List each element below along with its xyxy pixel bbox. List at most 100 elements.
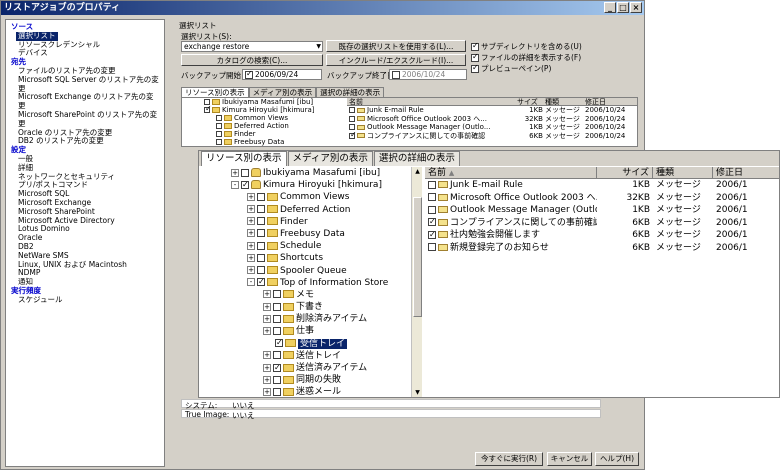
checkbox-icon[interactable] (257, 229, 265, 238)
checkbox-icon[interactable] (273, 387, 281, 396)
file-row[interactable]: 新規登録完了のお知らせ 6KB メッセージ 2006/1 (425, 242, 779, 255)
checkbox-icon[interactable] (216, 123, 222, 130)
collapse-icon[interactable]: - (231, 180, 239, 189)
checkbox-icon[interactable] (349, 107, 355, 113)
minimize-button[interactable]: _ (604, 2, 616, 13)
small-col-date[interactable]: 修正日 (585, 98, 635, 106)
tree-node[interactable]: + 下書き (201, 301, 423, 313)
checkbox-icon[interactable] (428, 180, 436, 189)
col-size[interactable]: サイズ (597, 167, 653, 178)
tree-node[interactable]: + 削除済みアイテム (201, 313, 423, 325)
nav-item[interactable]: Microsoft Exchange のリストア先の変更 (11, 93, 159, 111)
checkbox-icon[interactable] (273, 302, 281, 311)
nav-item[interactable]: Microsoft SQL Server のリストア先の変更 (11, 75, 159, 94)
checkbox-icon[interactable] (216, 139, 222, 146)
nav-item[interactable]: デバイス (11, 49, 159, 58)
catalog-search-button[interactable]: カタログの検索(C)... (181, 54, 323, 66)
tree-node[interactable]: + 送信トレイ (201, 350, 423, 362)
nav-item[interactable]: DB2 のリストア先の変更 (11, 137, 159, 146)
checkbox-icon[interactable] (245, 69, 253, 79)
tree-node[interactable]: + Shortcuts (201, 252, 423, 264)
col-type[interactable]: 種類 (653, 167, 713, 178)
tree-node[interactable]: + メモ (201, 289, 423, 301)
checkbox-icon[interactable] (273, 362, 281, 374)
checkbox-icon[interactable] (349, 132, 357, 139)
include-exclude-button[interactable]: インクルード/エクスクルード(I)... (326, 54, 466, 66)
checkbox-icon[interactable] (428, 243, 436, 251)
expand-icon[interactable]: + (247, 217, 255, 226)
checkbox-icon[interactable] (428, 217, 436, 228)
expand-icon[interactable]: + (263, 351, 271, 360)
tree-node[interactable]: 受信トレイ (201, 337, 423, 350)
checkbox-icon[interactable] (471, 41, 479, 51)
small-list-row[interactable]: Microsoft Office Outlook 2003 へ... 32KB メッ… (347, 115, 637, 124)
small-list-row[interactable]: Junk E-mail Rule 1KB メッセージ 2006/10/24 (347, 106, 637, 115)
nav-item[interactable]: スケジュール (11, 295, 159, 305)
expand-icon[interactable]: + (263, 387, 271, 396)
use-existing-list-button[interactable]: 既存の選択リストを使用する(L)... (326, 40, 466, 52)
nav-item[interactable]: NDMP (11, 269, 159, 278)
maximize-button[interactable]: □ (617, 2, 629, 13)
scroll-down-icon[interactable]: ▼ (413, 388, 422, 397)
checkbox-icon[interactable] (392, 71, 400, 79)
expand-icon[interactable]: + (247, 241, 255, 250)
checkbox-icon[interactable] (257, 205, 265, 214)
expand-icon[interactable]: + (263, 314, 271, 323)
checkbox-icon[interactable] (471, 52, 479, 62)
tree-node[interactable]: + 仕事 (201, 325, 423, 337)
expand-icon[interactable]: + (263, 290, 271, 299)
checkbox-icon[interactable] (428, 205, 436, 214)
file-row[interactable]: Junk E-mail Rule 1KB メッセージ 2006/1 (425, 179, 779, 192)
tree-node[interactable]: - Kimura Hiroyuki [hkimura] (201, 179, 423, 191)
checkbox-icon[interactable] (273, 326, 281, 335)
small-col-name[interactable]: 名前 (347, 98, 517, 106)
checkbox-icon[interactable] (471, 63, 479, 73)
checkbox-icon[interactable] (257, 253, 265, 262)
close-button[interactable]: × (630, 2, 642, 13)
checkbox-icon[interactable] (257, 192, 265, 201)
preview-checkbox[interactable]: プレビューペイン(P) (471, 63, 551, 74)
expand-icon[interactable]: + (263, 375, 271, 384)
small-list-row[interactable]: コンプライアンスに関しての事前確認 6KBメッセージ 2006/10/24 (347, 132, 637, 141)
help-button[interactable]: ヘルプ(H) (595, 452, 639, 466)
run-now-button[interactable]: 今すぐに実行(R) (475, 452, 543, 466)
checkbox-icon[interactable] (273, 290, 281, 299)
checkbox-icon[interactable] (216, 131, 222, 138)
small-tab-resource[interactable]: リソース別の表示 (181, 87, 249, 97)
checkbox-icon[interactable] (275, 337, 283, 349)
expand-icon[interactable]: + (247, 253, 255, 262)
checkbox-icon[interactable] (241, 179, 249, 191)
checkbox-icon[interactable] (428, 229, 436, 241)
small-list-row[interactable]: Outlook Message Manager (Outlo... 1KB メッセー… (347, 123, 637, 132)
checkbox-icon[interactable] (257, 241, 265, 250)
tab-selection-details[interactable]: 選択の詳細の表示 (373, 151, 460, 166)
tree-node[interactable]: + Deferred Action (201, 204, 423, 216)
expand-icon[interactable]: + (263, 302, 271, 311)
nav-item[interactable]: 一般 (11, 154, 159, 164)
scroll-up-icon[interactable]: ▲ (413, 167, 422, 176)
file-row[interactable]: Microsoft Office Outlook 2003 へ... 32KB メッ… (425, 192, 779, 205)
tree-node[interactable]: + 同期の失敗 (201, 374, 423, 386)
tree-node[interactable]: + Freebusy Data (201, 228, 423, 240)
scroll-thumb[interactable] (413, 197, 422, 317)
chevron-down-icon[interactable]: ▼ (316, 42, 321, 52)
checkbox-icon[interactable] (241, 168, 249, 177)
collapse-icon[interactable]: - (247, 278, 255, 287)
file-row[interactable]: Outlook Message Manager (Outlo... 1KB メッセー… (425, 204, 779, 217)
small-tab-media[interactable]: メディア別の表示 (248, 87, 317, 97)
small-col-type[interactable]: 種類 (545, 98, 585, 106)
tree-node[interactable]: + Spooler Queue (201, 265, 423, 277)
checkbox-icon[interactable] (257, 266, 265, 274)
small-tree-node[interactable]: Deferred Action (184, 122, 342, 130)
tree-node[interactable]: + 送信済みアイテム (201, 362, 423, 374)
checkbox-icon[interactable] (273, 375, 281, 384)
small-tree-node[interactable]: Kimura Hiroyuki [hkimura] (184, 105, 342, 114)
expand-icon[interactable]: + (247, 229, 255, 238)
col-date[interactable]: 修正日 (713, 167, 779, 178)
expand-icon[interactable]: + (247, 266, 255, 274)
small-tree-node[interactable]: Common Views (184, 114, 342, 122)
checkbox-icon[interactable] (349, 124, 355, 130)
cancel-button[interactable]: キャンセル (547, 452, 592, 466)
checkbox-icon[interactable] (428, 193, 436, 201)
expand-icon[interactable]: + (263, 363, 271, 372)
